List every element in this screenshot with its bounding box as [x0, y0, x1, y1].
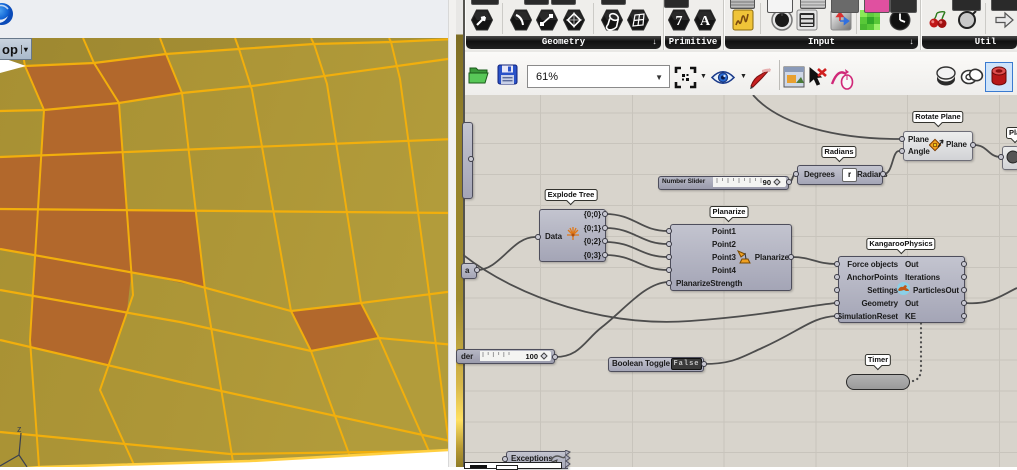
- svg-text:7: 7: [676, 14, 683, 29]
- svg-text:A: A: [700, 14, 711, 29]
- svg-text:z: z: [17, 424, 22, 434]
- svg-text:100: 100: [525, 352, 538, 361]
- svg-text:90: 90: [763, 178, 771, 187]
